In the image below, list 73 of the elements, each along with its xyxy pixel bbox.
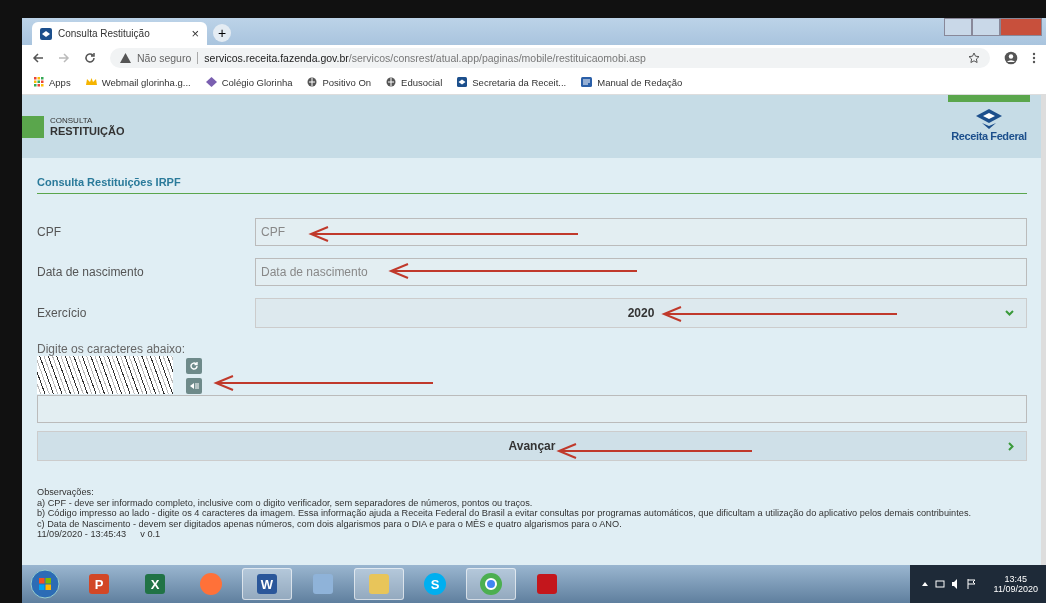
bookmark-item[interactable]: Edusocial: [386, 76, 443, 88]
header-subtitle: CONSULTA: [50, 116, 94, 125]
bookmark-item[interactable]: Webmail glorinha.g...: [85, 76, 191, 88]
presentation-app-icon: P: [87, 572, 111, 596]
notes-title: Observações:: [37, 487, 95, 498]
folder-app-icon: [367, 572, 391, 596]
field-label: Exercício: [37, 306, 88, 320]
audio-button[interactable]: [186, 378, 202, 394]
field-label: Data de nascimento: [37, 265, 145, 279]
bookmark-item[interactable]: Apps: [34, 76, 71, 88]
bookmark-item[interactable]: Colégio Glorinha: [205, 76, 293, 88]
spreadsheet-app-icon: X: [143, 572, 167, 596]
captcha-label: Digite os caracteres abaixo:: [37, 342, 187, 356]
logo-icon: [974, 108, 1004, 130]
taskbar-app-button[interactable]: [354, 568, 404, 600]
browser-app-icon: [479, 572, 503, 596]
url-text: servicos.receita.fazenda.gov.br/servicos/consrest/atual.app/paginas/mobile/restituicaomobi.asp: [204, 51, 647, 64]
bookmark-item[interactable]: Positivo On: [307, 76, 372, 88]
header-title: RESTITUIÇÃO: [50, 125, 125, 137]
browser-tab[interactable]: Consulta Restituição ×: [32, 22, 207, 45]
star-icon[interactable]: [968, 51, 980, 64]
security-label: Não seguro: [137, 51, 192, 64]
input-field[interactable]: Data de nascimento: [255, 258, 1027, 286]
back-icon[interactable]: [32, 51, 44, 64]
chevron-right-icon: [1008, 442, 1014, 451]
taskbar-app-button[interactable]: [466, 568, 516, 600]
clock[interactable]: 13:45 11/09/2020: [993, 574, 1038, 594]
chevron-down-icon: [1005, 310, 1014, 316]
browser-app-icon: [199, 572, 223, 596]
seal-icon: [457, 77, 468, 87]
bookmark-item[interactable]: Secretaria da Receit...: [457, 76, 567, 88]
captcha-input-field[interactable]: [37, 395, 1027, 423]
apps-grid-icon: [34, 77, 44, 87]
taskbar-app-button[interactable]: X: [130, 568, 180, 600]
note-text: c) Data de Nascimento - devem ser digitados apenas números, com dois algarismos para o DIA e para o MÊS e quatro algarismos para o ANO.: [37, 518, 623, 529]
note-text: b) Código impresso ao lado - digite os 4 caracteres da imagem. Essa informação ajuda a Receita Federal do Brasil a evitar consultas por programas automáticos, que dificultam a utilização do aplicativo pelos demais contribuintes.: [37, 508, 973, 519]
taskbar-app-button[interactable]: W: [242, 568, 292, 600]
reload-icon[interactable]: [84, 51, 96, 64]
address-bar[interactable]: Não seguro servicos.receita.fazenda.gov.br/servicos/consrest/atual.app/paginas/mobile/restituicaomobi.asp: [110, 47, 990, 68]
account-icon[interactable]: [1004, 50, 1018, 65]
bookmark-item[interactable]: Manual de Redação: [581, 76, 683, 88]
year-dropdown[interactable]: 2020: [255, 298, 1027, 328]
close-tab-button[interactable]: ×: [191, 26, 199, 41]
globe-icon: [307, 77, 318, 87]
paint-app-icon: [311, 572, 335, 596]
globe-icon: [386, 77, 397, 87]
chat-app-icon: S: [423, 572, 447, 596]
menu-icon[interactable]: [1032, 51, 1036, 64]
start-button[interactable]: [30, 569, 60, 599]
timestamp-text: 11/09/2020 - 13:45:43: [37, 529, 127, 540]
section-marker: [22, 115, 44, 138]
field-label: CPF: [37, 225, 62, 239]
version-text: v 0.1: [140, 529, 161, 540]
book-icon: [581, 77, 593, 87]
taskbar-app-button[interactable]: P: [74, 568, 124, 600]
tab-title: Consulta Restituição: [58, 28, 151, 39]
scrollbar[interactable]: [1041, 95, 1046, 565]
pdf-app-icon: [535, 572, 559, 596]
new-tab-button[interactable]: +: [213, 24, 231, 42]
forward-icon[interactable]: [58, 51, 70, 64]
form-title: Consulta Restituições IRPF: [37, 176, 1027, 194]
input-field[interactable]: CPF: [255, 218, 1027, 246]
refresh-button[interactable]: [186, 358, 202, 374]
seal-icon: [40, 27, 52, 40]
note-text: a) CPF - deve ser informado completo, inclusive com o digito verificador, sem separadores de números, pontos ou traços.: [37, 497, 534, 508]
document-app-icon: W: [255, 572, 279, 596]
window-controls[interactable]: [944, 18, 1042, 36]
diamond-icon: [205, 77, 217, 87]
submit-button[interactable]: Avançar: [37, 431, 1027, 461]
logo-text: Receita Federal: [951, 130, 1027, 142]
tray-icons[interactable]: [921, 579, 978, 589]
crown-icon: [85, 77, 97, 87]
warning-icon: [120, 52, 131, 63]
